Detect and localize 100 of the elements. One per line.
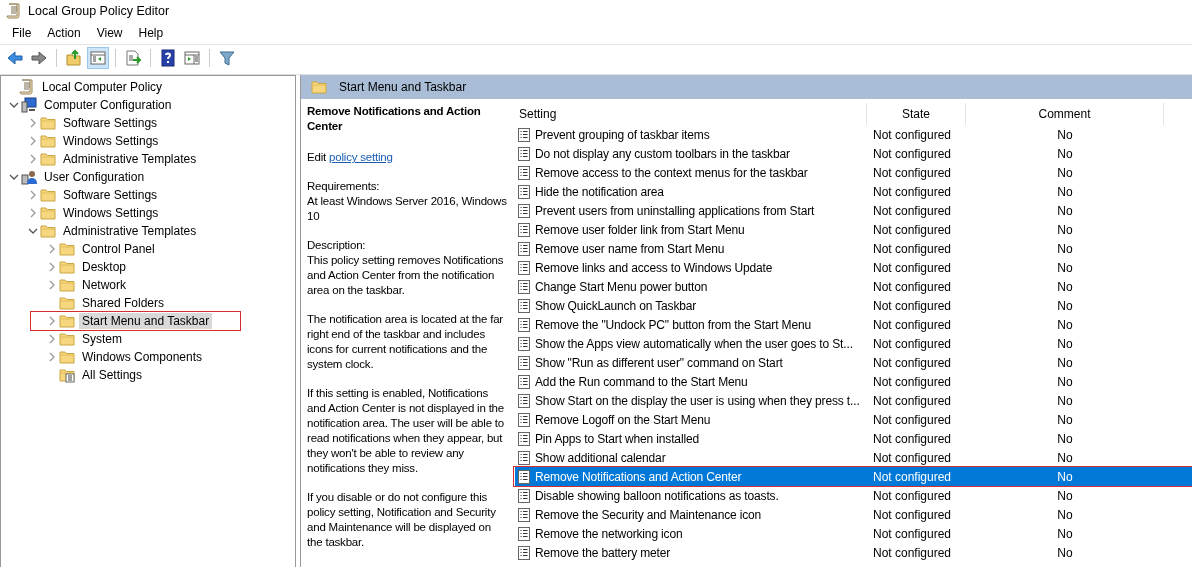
comment-cell-text: No: [1056, 412, 1074, 427]
menu-item[interactable]: Action: [39, 24, 89, 42]
table-row[interactable]: Remove user name from Start Menu Not configured No: [515, 239, 1192, 258]
chevron-right-icon[interactable]: [47, 352, 57, 362]
table-row[interactable]: Remove links and access to Windows Update Not configured No: [515, 258, 1192, 277]
export-list-icon: [124, 49, 142, 67]
state-cell-text: Not configured: [872, 526, 953, 541]
window-title: Local Group Policy Editor: [28, 4, 170, 18]
chevron-down-icon[interactable]: [28, 226, 38, 236]
chevron-right-icon[interactable]: [47, 280, 57, 290]
state-cell-text: Not configured: [872, 412, 953, 427]
tree-item[interactable]: Windows Components: [79, 349, 206, 365]
setting-icon: [517, 279, 531, 294]
chevron-right-icon[interactable]: [47, 262, 57, 272]
setting-icon: [517, 374, 531, 389]
table-row[interactable]: Remove the "Undock PC" button from the Start Menu Not configured No: [515, 315, 1192, 334]
setting-icon: [517, 165, 531, 180]
setting-name: Remove the Security and Maintenance icon: [535, 507, 762, 522]
tree-item[interactable]: Administrative Templates: [60, 223, 200, 239]
description-paragraph: If this setting is enabled, Notifications and Action Center is not displayed in the notification area. The user will be able to read notifications when they appear, but they won't be able to review any notifications they miss.: [307, 386, 506, 476]
tree-item[interactable]: Computer Configuration: [41, 97, 175, 113]
folder-icon: [40, 151, 56, 167]
setting-icon: [517, 488, 531, 503]
comment-cell-text: No: [1056, 127, 1074, 142]
state-cell-text: Not configured: [872, 545, 953, 560]
table-row[interactable]: Pin Apps to Start when installed Not configured No: [515, 429, 1192, 448]
setting-icon: [517, 526, 531, 541]
chevron-right-icon[interactable]: [28, 190, 38, 200]
comment-cell-text: No: [1056, 488, 1074, 503]
tree-item[interactable]: Desktop: [79, 259, 130, 275]
table-row[interactable]: Add the Run command to the Start Menu Not configured No: [515, 372, 1192, 391]
state-cell-text: Not configured: [872, 260, 953, 275]
description-paragraph: If you disable or do not configure this policy setting, Notification and Security and Maintenance will be displayed on the taskbar.: [307, 490, 497, 550]
setting-name: Remove Notifications and Action Center: [535, 469, 742, 484]
setting-name: Change Start Menu power button: [535, 279, 708, 294]
table-row[interactable]: Show the Apps view automatically when the user goes to St... Not configured No: [515, 334, 1192, 353]
table-row[interactable]: Prevent grouping of taskbar items Not configured No: [515, 125, 1192, 144]
state-cell-text: Not configured: [872, 165, 953, 180]
comment-cell-text: No: [1056, 450, 1074, 465]
chevron-right-icon[interactable]: [28, 118, 38, 128]
menu-item[interactable]: Help: [130, 24, 172, 42]
table-row[interactable]: Remove access to the context menus for the taskbar Not configured No: [515, 163, 1192, 182]
tree-item[interactable]: Local Computer Policy: [39, 79, 166, 95]
menu-item[interactable]: View: [88, 24, 131, 42]
state-cell-text: Not configured: [872, 146, 953, 161]
comment-cell-text: No: [1056, 374, 1074, 389]
table-row[interactable]: Remove the Security and Maintenance icon Not configured No: [515, 505, 1192, 524]
table-row[interactable]: Prevent users from uninstalling applications from Start Not configured No: [515, 201, 1192, 220]
state-cell-text: Not configured: [872, 241, 953, 256]
comment-cell-text: No: [1056, 241, 1074, 256]
state-cell-text: Not configured: [872, 184, 953, 199]
menu-item[interactable]: File: [4, 24, 40, 42]
comment-cell-text: No: [1056, 431, 1074, 446]
comment-cell-text: No: [1056, 222, 1074, 237]
description-paragraph: The notification area is located at the far right end of the taskbar and includes icons for current notifications and the system clock.: [307, 312, 504, 372]
chevron-right-icon[interactable]: [47, 244, 57, 254]
table-row[interactable]: Remove the networking icon Not configured No: [515, 524, 1192, 543]
setting-name: Show "Run as different user" command on Start: [535, 355, 783, 370]
chevron-right-icon[interactable]: [47, 316, 57, 326]
tree-item[interactable]: Start Menu and Taskbar: [79, 313, 213, 329]
chevron-right-icon[interactable]: [28, 136, 38, 146]
setting-icon: [517, 355, 531, 370]
tree-item[interactable]: All Settings: [79, 367, 146, 383]
tree-item[interactable]: Control Panel: [79, 241, 158, 257]
table-row[interactable]: Change Start Menu power button Not configured No: [515, 277, 1192, 296]
tree-item[interactable]: Shared Folders: [79, 295, 168, 311]
table-row[interactable]: Show additional calendar Not configured No: [515, 448, 1192, 467]
setting-icon: [517, 222, 531, 237]
setting-icon: [517, 317, 531, 332]
table-row[interactable]: Disable showing balloon notifications as toasts. Not configured No: [515, 486, 1192, 505]
policy-setting-link[interactable]: policy setting: [329, 151, 393, 163]
tree-item[interactable]: Network: [79, 277, 129, 293]
tree-item[interactable]: Software Settings: [60, 187, 161, 203]
tree-item[interactable]: Administrative Templates: [60, 151, 200, 167]
tree-item[interactable]: Windows Settings: [60, 205, 162, 221]
setting-icon: [517, 146, 531, 161]
chevron-right-icon[interactable]: [28, 208, 38, 218]
tree-item[interactable]: User Configuration: [41, 169, 148, 185]
table-row[interactable]: Do not display any custom toolbars in the taskbar Not configured No: [515, 144, 1192, 163]
setting-name: Show QuickLaunch on Taskbar: [535, 298, 697, 313]
table-row[interactable]: Show QuickLaunch on Taskbar Not configured No: [515, 296, 1192, 315]
setting-icon: [517, 336, 531, 351]
setting-icon: [517, 431, 531, 446]
table-row[interactable]: Show Start on the display the user is using when they press t... Not configured No: [515, 391, 1192, 410]
state-cell-text: Not configured: [872, 431, 953, 446]
tree-item[interactable]: System: [79, 331, 125, 347]
chevron-right-icon[interactable]: [28, 154, 38, 164]
table-row[interactable]: Remove Logoff on the Start Menu Not configured No: [515, 410, 1192, 429]
table-row[interactable]: Remove user folder link from Start Menu Not configured No: [515, 220, 1192, 239]
setting-icon: [517, 393, 531, 408]
folder-icon: [59, 241, 75, 257]
chevron-down-icon[interactable]: [9, 100, 19, 110]
tree-item[interactable]: Windows Settings: [60, 133, 162, 149]
chevron-right-icon[interactable]: [47, 334, 57, 344]
table-row[interactable]: Show "Run as different user" command on Start Not configured No: [515, 353, 1192, 372]
table-row[interactable]: Hide the notification area Not configured No: [515, 182, 1192, 201]
chevron-down-icon[interactable]: [9, 172, 19, 182]
folder-icon: [311, 79, 327, 95]
tree-item[interactable]: Software Settings: [60, 115, 161, 131]
table-row[interactable]: Remove the battery meter Not configured No: [515, 543, 1192, 562]
